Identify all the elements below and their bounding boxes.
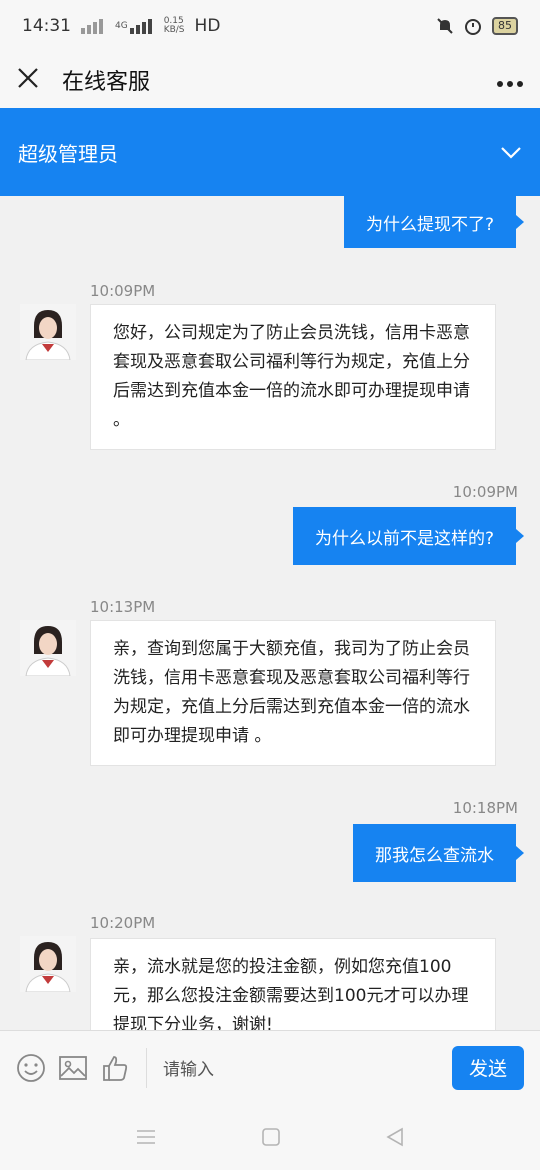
message-input-placeholder: 请输入	[163, 1060, 214, 1080]
home-icon[interactable]	[261, 1127, 281, 1147]
avatar	[20, 936, 76, 992]
system-nav-bar	[0, 1104, 540, 1170]
composer-bar: 请输入 发送	[0, 1030, 540, 1104]
message-bubble-incoming: 亲，查询到您属于大额充值，我司为了防止会员洗钱，信用卡恶意套现及恶意套取公司福利…	[90, 620, 496, 766]
page-title: 在线客服	[62, 70, 151, 95]
speed-unit: KB/S	[163, 25, 185, 35]
message-timestamp: 10:09PM	[90, 282, 156, 300]
close-icon[interactable]	[16, 64, 56, 97]
message-text: 亲，查询到您属于大额充值，我司为了防止会员洗钱，信用卡恶意套现及恶意套取公司福利…	[113, 639, 470, 746]
avatar	[20, 304, 76, 360]
hd-indicator: HD	[194, 16, 221, 36]
message-timestamp: 10:13PM	[90, 598, 156, 616]
mute-icon	[437, 18, 453, 34]
chevron-down-icon[interactable]	[500, 141, 522, 163]
emoji-icon[interactable]	[16, 1053, 46, 1083]
menu-icon[interactable]	[135, 1128, 157, 1146]
image-icon[interactable]	[58, 1053, 88, 1083]
signal-icon	[81, 19, 103, 34]
message-text: 为什么提现不了?	[365, 214, 494, 235]
message-bubble-outgoing: 那我怎么查流水	[353, 824, 524, 882]
battery-level: 85	[492, 17, 518, 35]
back-icon[interactable]	[385, 1127, 405, 1147]
status-time: 14:31	[22, 16, 71, 36]
message-text: 您好，公司规定为了防止会员洗钱，信用卡恶意套现及恶意套取公司福利等行为规定，充值…	[113, 323, 470, 430]
avatar	[20, 620, 76, 676]
message-timestamp: 10:09PM	[452, 483, 518, 501]
agent-selector[interactable]: 超级管理员	[0, 108, 540, 196]
status-bar: 14:31 4G 0.15 KB/S HD 85	[0, 0, 540, 52]
message-bubble-incoming: 您好，公司规定为了防止会员洗钱，信用卡恶意套现及恶意套取公司福利等行为规定，充值…	[90, 304, 496, 450]
top-nav: 在线客服	[0, 52, 540, 108]
agent-name: 超级管理员	[18, 141, 118, 166]
more-icon[interactable]	[496, 66, 524, 94]
chat-area[interactable]: 为什么提现不了? 10:09PM 您好，公司规定为了防止会员洗钱，信用卡恶意套现…	[0, 196, 540, 1030]
message-timestamp: 10:20PM	[90, 914, 156, 932]
message-input[interactable]: 请输入	[146, 1047, 452, 1088]
signal-icon	[129, 19, 152, 34]
message-timestamp: 10:18PM	[452, 799, 518, 817]
message-text: 亲，流水就是您的投注金额，例如您充值100元，那么您投注金额需要达到100元才可…	[113, 957, 469, 1030]
network-type: 4G	[115, 20, 128, 31]
message-bubble-outgoing: 为什么提现不了?	[343, 196, 525, 248]
send-button-label: 发送	[468, 1058, 507, 1080]
alarm-icon	[465, 19, 481, 35]
message-text: 为什么以前不是这样的?	[314, 528, 494, 549]
message-text: 那我怎么查流水	[375, 845, 494, 866]
message-bubble-incoming: 亲，流水就是您的投注金额，例如您充值100元，那么您投注金额需要达到100元才可…	[90, 938, 496, 1030]
send-button[interactable]: 发送	[452, 1045, 524, 1090]
message-bubble-outgoing: 为什么以前不是这样的?	[292, 507, 525, 565]
thumbs-up-icon[interactable]	[100, 1053, 130, 1083]
